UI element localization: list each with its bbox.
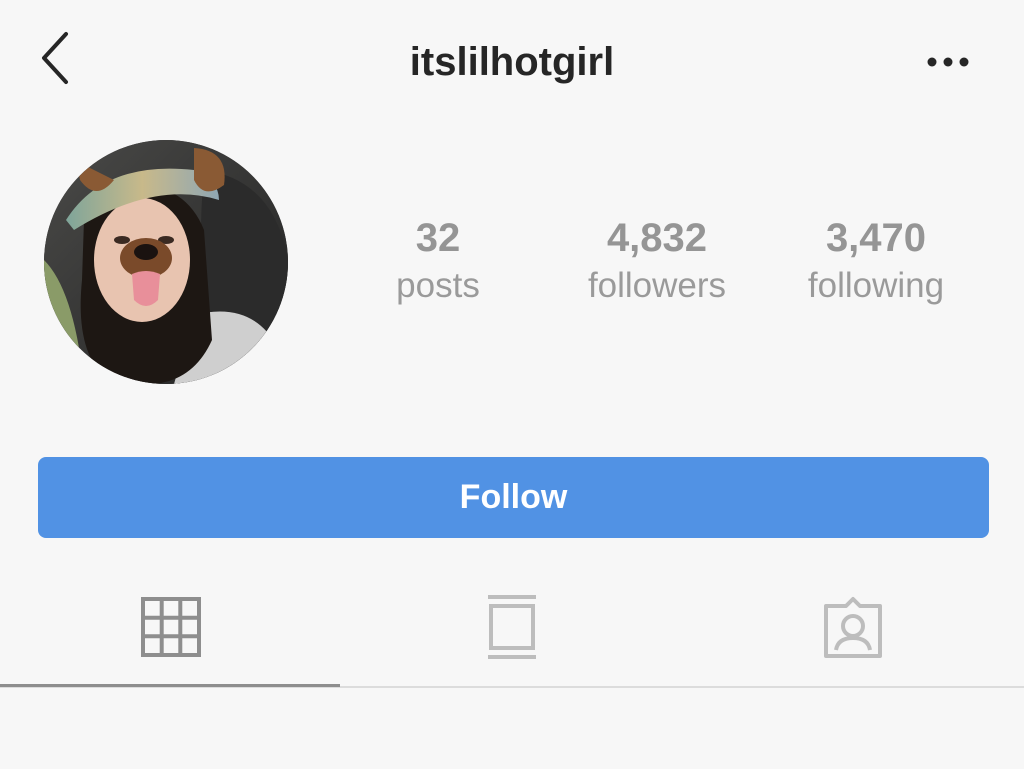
following-stat[interactable]: 3,470 following	[776, 214, 976, 310]
followers-stat[interactable]: 4,832 followers	[557, 214, 757, 310]
profile-username-title: itslilhotgirl	[409, 40, 615, 84]
followers-count: 4,832	[606, 216, 708, 260]
posts-content-area	[0, 688, 1024, 769]
more-options-button[interactable]	[918, 44, 978, 80]
tab-tagged-view[interactable]	[682, 580, 1023, 686]
profile-avatar[interactable]	[44, 140, 288, 384]
posts-count: 32	[415, 216, 461, 260]
grid-icon	[140, 597, 201, 657]
active-tab-indicator	[0, 684, 340, 687]
top-navigation-bar: itslilhotgirl	[0, 0, 1024, 120]
tab-feed-view[interactable]	[341, 580, 682, 686]
following-count: 3,470	[825, 216, 927, 260]
followers-label: followers	[587, 266, 727, 305]
tab-grid-view[interactable]	[0, 580, 341, 686]
profile-photo	[44, 140, 288, 384]
tagged-person-icon	[823, 597, 882, 658]
more-dots-icon	[927, 57, 969, 67]
following-label: following	[807, 266, 945, 305]
posts-stat[interactable]: 32 posts	[338, 214, 538, 310]
profile-tab-bar	[0, 580, 1024, 688]
follow-button[interactable]: Follow	[38, 457, 989, 538]
posts-label: posts	[396, 266, 480, 305]
feed-icon	[487, 595, 536, 659]
